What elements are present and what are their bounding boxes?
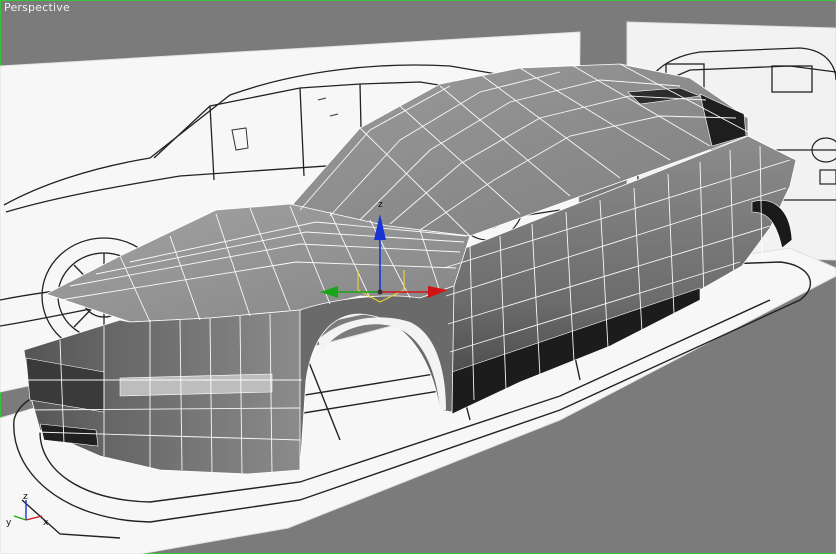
gizmo-pivot[interactable]: [377, 289, 383, 295]
viewport-label[interactable]: Perspective: [4, 1, 70, 14]
viewport-scene[interactable]: z z x y: [0, 0, 836, 554]
tripod-z-label: z: [23, 492, 28, 502]
tripod-x-label: x: [43, 518, 49, 528]
gizmo-z-label: z: [378, 200, 383, 210]
perspective-viewport[interactable]: Perspective z z x y: [0, 0, 836, 554]
tripod-y-label: y: [6, 518, 12, 528]
